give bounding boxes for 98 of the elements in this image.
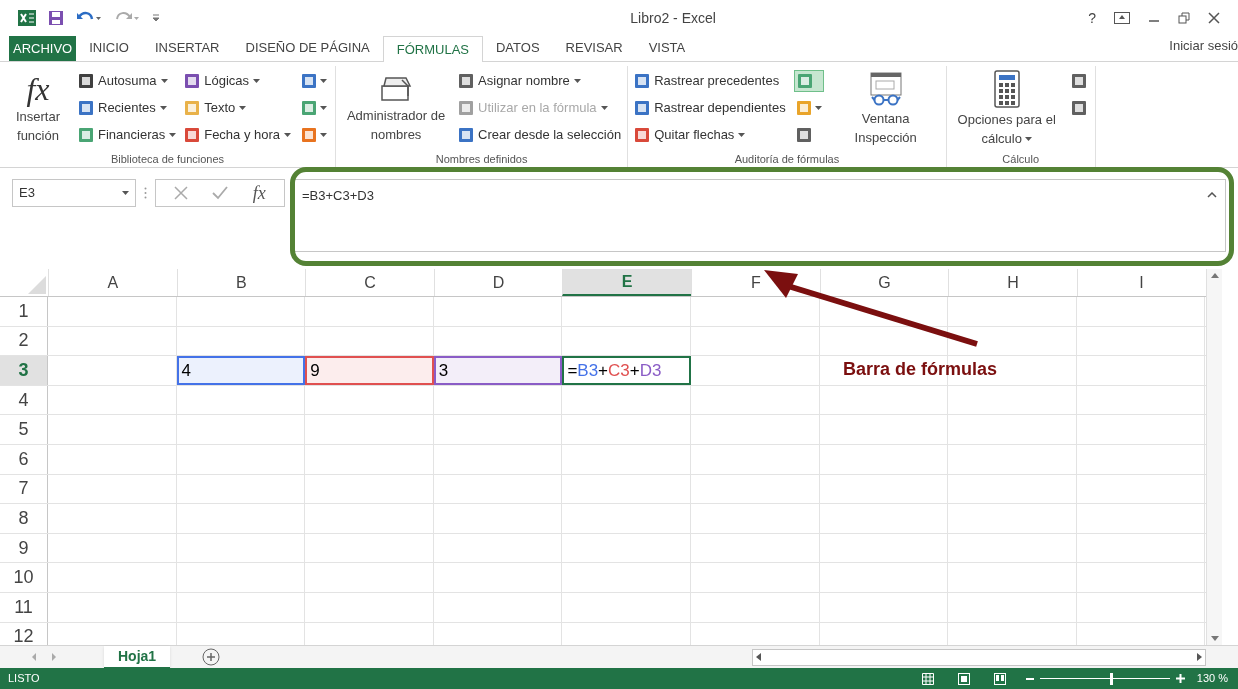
scroll-right-icon[interactable] — [1197, 653, 1202, 661]
ribbon-small-button[interactable]: Fecha y hora — [184, 124, 292, 146]
caret-icon — [1024, 137, 1032, 142]
scroll-up-icon[interactable] — [1210, 273, 1219, 278]
ribbon-large-button[interactable]: Opciones para el cálculo — [952, 66, 1061, 151]
caret-icon — [160, 79, 168, 83]
ribbon-large-button[interactable]: Administrador de nombres — [342, 66, 451, 151]
row-header[interactable]: 9 — [0, 533, 48, 563]
horizontal-scrollbar[interactable] — [752, 648, 1206, 666]
caret-icon — [600, 106, 608, 110]
group-label: Nombres definidos — [434, 152, 529, 167]
ribbon-small-button[interactable]: Recientes — [78, 97, 177, 119]
grip-icon — [144, 187, 147, 199]
sheet-tab[interactable]: Hoja1 — [104, 645, 171, 669]
zoom-level[interactable]: 130 % — [1196, 670, 1228, 687]
active-cell[interactable]: =B3+C3+D3 — [562, 356, 691, 385]
page-break-icon[interactable] — [993, 672, 1006, 685]
row-header[interactable]: 7 — [0, 474, 48, 504]
watch-window-icon — [867, 70, 904, 107]
row-header[interactable]: 10 — [0, 563, 48, 592]
caret-icon — [814, 106, 822, 110]
row-header[interactable]: 5 — [0, 415, 48, 444]
group-label: Biblioteca de funciones — [109, 152, 226, 167]
group-label: Auditoría de fórmulas — [733, 152, 841, 167]
save-icon[interactable] — [48, 10, 64, 26]
caret-icon — [284, 133, 292, 137]
caret-icon — [122, 191, 129, 195]
scroll-down-icon[interactable] — [1210, 636, 1219, 641]
annotation-label: Barra de fórmulas — [843, 358, 998, 381]
ribbon-small-button[interactable]: Lógicas — [184, 70, 292, 92]
row-header[interactable]: 4 — [0, 385, 48, 415]
ribbon-small-button[interactable]: Autosuma — [78, 70, 177, 92]
close-icon[interactable] — [1208, 12, 1220, 24]
ribbon-tab[interactable]: INICIO — [76, 35, 142, 61]
ribbon-tab[interactable]: REVISAR — [552, 35, 636, 61]
row-header[interactable]: 11 — [0, 592, 48, 622]
ribbon-large-button[interactable]: fx Insertar función — [6, 66, 70, 151]
enter-check-icon[interactable] — [212, 186, 229, 200]
sign-in-link[interactable]: Iniciar sesió — [1169, 35, 1238, 55]
help-button[interactable]: ? — [1088, 7, 1096, 29]
ribbon-small-button[interactable]: Texto — [184, 97, 292, 119]
column-header[interactable]: I — [1076, 269, 1206, 296]
ribbon-small-button[interactable]: Rastrear precedentes — [634, 70, 786, 92]
caret-icon — [253, 79, 260, 83]
column-header[interactable]: H — [948, 269, 1077, 296]
row-header[interactable]: 3 — [0, 356, 48, 385]
caret-icon — [239, 106, 247, 110]
ribbon-tab[interactable]: DISEÑO DE PÁGINA — [232, 35, 383, 61]
ribbon-small-button[interactable]: Asignar nombre — [458, 70, 622, 92]
column-header[interactable]: A — [48, 269, 177, 296]
column-header[interactable]: C — [305, 269, 434, 296]
insert-function-icon: fx — [26, 72, 50, 105]
name-box[interactable]: E3 — [12, 179, 136, 207]
customize-toolbar-icon[interactable] — [152, 14, 160, 22]
status-text: LISTO — [8, 671, 40, 687]
ribbon-display-icon[interactable] — [1114, 12, 1130, 24]
excel-logo-icon[interactable] — [18, 10, 36, 26]
normal-view-icon[interactable] — [921, 672, 934, 685]
ribbon-icon-button[interactable] — [793, 70, 824, 92]
ribbon-small-button[interactable]: Crear desde la selección — [458, 124, 622, 146]
ribbon-tab[interactable]: FÓRMULAS — [382, 36, 483, 62]
caret-icon — [320, 133, 328, 137]
table-cell[interactable]: 3 — [433, 356, 563, 385]
caret-icon — [320, 79, 328, 83]
column-header[interactable]: G — [819, 269, 949, 296]
scroll-left-icon[interactable] — [756, 653, 761, 661]
formula-field[interactable]: =B3+C3+D3 — [293, 179, 1226, 252]
window-title: Libro2 - Excel — [630, 8, 716, 28]
page-layout-icon[interactable] — [957, 672, 970, 685]
restore-icon[interactable] — [1178, 12, 1190, 24]
caret-icon — [738, 133, 746, 137]
ribbon-tab[interactable]: VISTA — [635, 35, 699, 61]
calculator-icon — [992, 69, 1021, 108]
group-label: Cálculo — [1001, 152, 1041, 167]
ribbon-large-button[interactable]: Ventana Inspección — [831, 66, 940, 151]
file-tab[interactable]: ARCHIVO — [9, 36, 77, 61]
column-header[interactable]: B — [176, 269, 306, 296]
ribbon-small-button[interactable]: Financieras — [78, 124, 177, 146]
ribbon-small-button[interactable]: Quitar flechas — [634, 124, 786, 146]
row-header[interactable]: 8 — [0, 504, 48, 533]
zoom-slider[interactable] — [1039, 672, 1170, 685]
ribbon-small-button[interactable]: Rastrear dependientes — [634, 97, 786, 119]
caret-icon — [159, 106, 167, 110]
table-cell[interactable]: 4 — [176, 356, 306, 385]
row-header[interactable]: 6 — [0, 444, 48, 474]
ribbon-tab[interactable]: INSERTAR — [141, 35, 233, 61]
caret-icon — [169, 133, 177, 137]
collapse-icon[interactable] — [1207, 192, 1217, 198]
add-sheet-icon[interactable] — [202, 648, 221, 666]
row-header[interactable]: 1 — [0, 297, 48, 326]
zoom-in-icon[interactable] — [1175, 674, 1185, 683]
table-cell[interactable]: 9 — [305, 356, 434, 385]
column-header[interactable]: E — [562, 269, 691, 296]
caret-icon — [320, 106, 328, 110]
insert-function-button[interactable]: fx — [252, 179, 266, 207]
caret-icon — [573, 79, 581, 83]
ribbon-tab[interactable]: DATOS — [483, 35, 553, 61]
row-header[interactable]: 2 — [0, 326, 48, 356]
